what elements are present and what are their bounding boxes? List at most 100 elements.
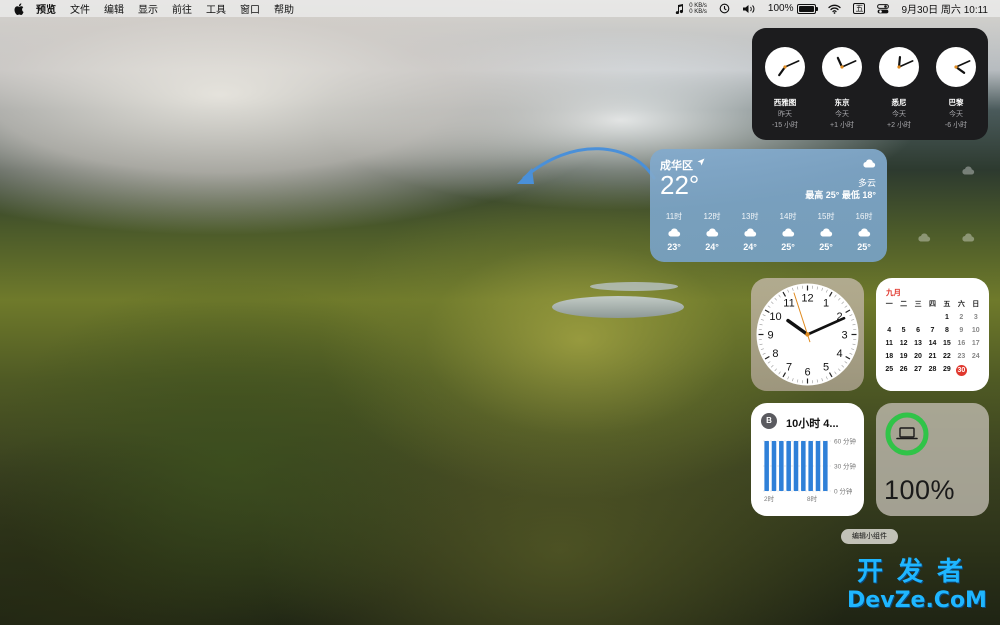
clock-numeral: 10: [769, 311, 781, 323]
weather-hour: 16时 25°: [846, 211, 882, 252]
calendar-day: 21: [928, 353, 937, 360]
calendar-blank: [911, 313, 925, 323]
weather-hour-temp: 23°: [667, 242, 681, 252]
chart-y-label: 30 分钟: [834, 462, 857, 471]
battery-widget-percent: 100%: [884, 475, 956, 505]
cloud-icon: [782, 228, 795, 237]
clock-numeral: 5: [823, 362, 829, 374]
calendar-day: 8: [944, 327, 949, 334]
world-clock-tokyo: 东京 今天 +1 小时: [817, 46, 867, 130]
weather-hour: 12时 24°: [694, 211, 730, 252]
battery-ring-fill: [885, 412, 929, 456]
weather-hour: 13时 24°: [732, 211, 768, 252]
watermark-line2: DevZe.CoM: [847, 588, 987, 613]
network-speed[interactable]: 0 KB/s 0 KB/s: [689, 3, 707, 15]
time-machine-icon[interactable]: [719, 3, 730, 14]
weather-high-low: 最高 25° 最低 18°: [805, 190, 876, 200]
menu-view[interactable]: 显示: [138, 1, 158, 16]
calendar-today: 30: [955, 365, 967, 376]
calendar-day: 14: [928, 340, 937, 347]
calendar-day: 12: [899, 340, 908, 347]
menu-go[interactable]: 前往: [172, 1, 192, 16]
world-clock-offset: -15 小时: [771, 122, 799, 129]
battery-fill: [799, 5, 815, 12]
calendar-day: 13: [914, 340, 922, 347]
calendar-day: 22: [943, 353, 951, 360]
apple-icon[interactable]: [14, 2, 24, 15]
battery-percent-text: 100%: [767, 3, 794, 14]
calendar-weekday: 五: [943, 301, 951, 308]
calendar-day: 7: [930, 327, 935, 334]
menu-window[interactable]: 窗口: [240, 1, 260, 16]
calendar-day: 11: [885, 340, 893, 347]
world-clock-day: 今天: [835, 111, 849, 118]
volume-icon[interactable]: [742, 4, 756, 14]
menu-datetime[interactable]: 9月30日 周六 10:11: [901, 1, 988, 16]
world-clock-widget[interactable]: 西雅图 昨天 -15 小时 东京 今天 +1 小时 悉尼 今天 +2 小时 巴黎…: [752, 28, 988, 140]
menu-edit[interactable]: 编辑: [104, 1, 124, 16]
control-center-icon[interactable]: [877, 3, 890, 14]
calendar-day: 9: [959, 327, 964, 334]
menu-help[interactable]: 帮助: [274, 1, 294, 16]
world-clock-city: 西雅图: [773, 98, 797, 107]
battery-ring: [885, 412, 929, 456]
battery-status[interactable]: 100%: [767, 3, 819, 14]
analog-clock-widget[interactable]: 1 2 3 4 5 6 7 8 9 10 11 12: [751, 278, 864, 391]
clock-numeral: 7: [786, 362, 792, 374]
weather-hour-temp: 24°: [743, 242, 757, 252]
music-icon[interactable]: [675, 3, 684, 14]
screen-time-chart: 60 分钟 30 分钟 0 分钟 2时 8时: [763, 437, 857, 503]
input-method-label: 五: [853, 3, 866, 14]
wifi-icon[interactable]: [828, 4, 842, 14]
cloud-icon: [706, 228, 719, 237]
calendar-weekday: 四: [928, 301, 936, 308]
weather-hour-label: 15时: [817, 212, 835, 221]
net-down-value: 0 KB/s: [689, 8, 707, 15]
calendar-blank: [925, 313, 939, 323]
chart-y-label: 60 分钟: [834, 437, 857, 446]
chart-bar: [808, 441, 813, 491]
input-method-icon[interactable]: 五: [853, 3, 866, 14]
calendar-day: 20: [914, 353, 922, 360]
chart-bar: [815, 441, 821, 491]
world-clock-offset: +2 小时: [887, 122, 911, 129]
calendar-day: 4: [887, 327, 892, 334]
calendar-weekday: 六: [957, 301, 965, 308]
clock-numeral: 12: [801, 293, 813, 305]
calendar-day: 10: [971, 327, 980, 334]
chart-bar: [786, 441, 791, 491]
menu-tools[interactable]: 工具: [206, 1, 226, 16]
calendar-day: 28: [928, 366, 937, 373]
world-clock-day: 今天: [892, 111, 906, 118]
world-clock-day: 昨天: [778, 111, 792, 118]
calendar-month: 九月: [886, 288, 901, 297]
annotation-arrow: [517, 147, 656, 184]
world-clock-sydney: 悉尼 今天 +2 小时: [874, 46, 924, 130]
screen-time-widget[interactable]: B 10小时 4... 60 分钟 30 分钟 0 分钟 2时 8时: [751, 403, 864, 516]
edit-widgets-button[interactable]: 编辑小组件: [841, 529, 898, 544]
chart-bar: [823, 441, 828, 491]
weather-hour-temp: 25°: [857, 242, 871, 252]
calendar-widget[interactable]: 九月 一二三四五六日 1 2 3 4 5 6 7 8 9 10 11 12 13 14 15 16 17 18 19 2…: [876, 278, 989, 391]
chart-x-label: 8时: [807, 494, 818, 503]
calendar-day: 16: [957, 340, 966, 347]
weather-hour: 11时 23°: [656, 211, 692, 252]
world-clock-city: 东京: [834, 98, 850, 107]
calendar-day: 25: [885, 366, 894, 373]
world-clock-offset: -6 小时: [944, 122, 968, 129]
calendar-day: 6: [916, 327, 921, 334]
weather-current-temp: 22°: [660, 170, 700, 200]
menu-app-name[interactable]: 预览: [36, 1, 56, 16]
weather-hour-label: 12时: [703, 212, 721, 221]
chart-bar: [764, 441, 769, 491]
weather-widget[interactable]: 成华区 22° 多云 最高 25° 最低 18° 11时 23° 12时 24° 13时…: [650, 149, 887, 262]
battery-widget[interactable]: 100%: [876, 403, 989, 516]
laptop-icon: [896, 427, 918, 440]
cloud-icon: [668, 228, 681, 237]
clock-face-icon: [765, 47, 805, 87]
cloud-icon: [863, 159, 876, 168]
menu-file[interactable]: 文件: [70, 1, 90, 16]
calendar-day: 17: [971, 340, 980, 347]
weather-hour-label: 13时: [741, 212, 759, 221]
location-arrow-icon: [697, 158, 705, 166]
